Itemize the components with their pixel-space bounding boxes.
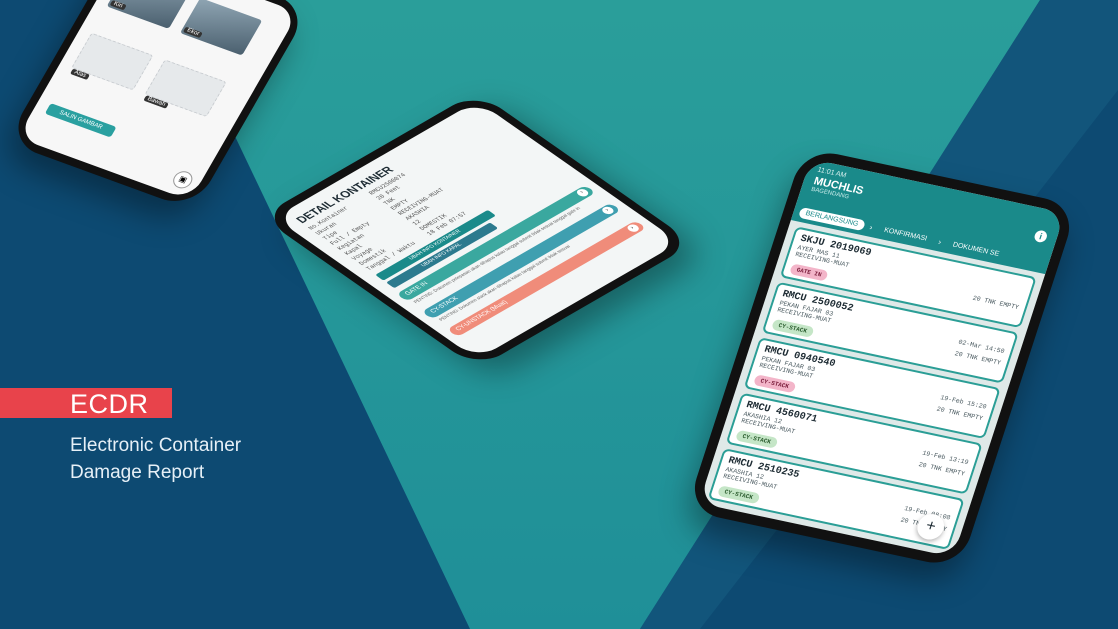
tab-berlangsung[interactable]: BERLANGSUNG [797,206,866,232]
gallery-icon[interactable]: ▣ [169,168,196,191]
status-badge: CY-STACK [771,318,815,338]
photo-thumbnail[interactable] [179,0,263,56]
chevron-right-icon: › [937,237,943,247]
brand-subtitle: Electronic Container Damage Report [70,432,310,486]
brand-subtitle-line2: Damage Report [70,462,205,483]
chevron-right-icon: › [868,222,874,232]
status-badge: GATE IN [789,263,829,282]
tab-dokumen[interactable]: DOKUMEN SE [945,238,1006,261]
chevron-right-icon[interactable]: › [574,187,591,198]
brand-tag-label: ECDR [70,389,149,419]
status-badge: CY-STACK [717,485,761,505]
chevron-right-icon[interactable]: › [599,205,616,216]
add-photo-placeholder[interactable] [144,59,227,118]
status-badge: CY-STACK [753,374,797,394]
tab-konfirmasi[interactable]: KONFIRMASI [877,224,935,246]
brand-subtitle-line1: Electronic Container [70,435,242,456]
chevron-right-icon[interactable]: › [625,223,642,234]
status-badge: CY-STACK [735,429,779,449]
brand-tag: ECDR [0,388,172,419]
add-photo-placeholder[interactable] [71,32,154,91]
save-images-button[interactable]: SALIN GAMBAR [44,103,117,138]
